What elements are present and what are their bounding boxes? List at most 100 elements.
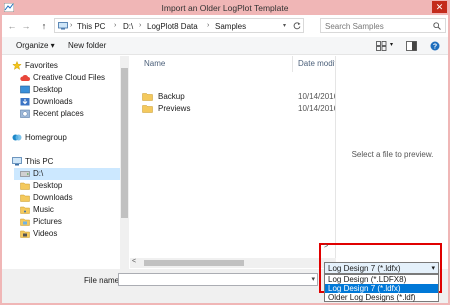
scroll-right-arrow[interactable]: > (324, 243, 328, 250)
preview-pane-icon[interactable] (406, 41, 417, 51)
chevron-down-icon[interactable]: ▾ (311, 275, 315, 283)
breadcrumb-drive[interactable]: D:\ (123, 22, 133, 31)
file-list-horizontal-scrollbar[interactable]: < (130, 258, 336, 268)
sidebar-item-label: Music (33, 205, 54, 214)
sidebar-item-label: Pictures (33, 217, 62, 226)
file-name-input[interactable]: ▾ (118, 273, 318, 286)
computer-icon (58, 22, 68, 30)
breadcrumb-separator: › (114, 22, 117, 29)
desktop-icon (20, 85, 30, 94)
sidebar-item-this-pc[interactable]: This PC (12, 156, 120, 168)
sidebar-item-drive-d[interactable]: D:\ (14, 168, 120, 180)
sidebar-item-music[interactable]: Music (20, 204, 120, 216)
search-box[interactable]: Search Samples (320, 18, 446, 33)
breadcrumb-samples[interactable]: Samples (215, 22, 246, 31)
breadcrumb-separator: › (70, 22, 73, 29)
navigation-scrollbar[interactable] (120, 56, 129, 269)
preview-message: Select a file to preview. (351, 150, 434, 159)
up-button[interactable]: ↑ (38, 20, 50, 32)
videos-icon (20, 230, 30, 238)
column-header-date[interactable]: Date modif (298, 59, 335, 68)
sidebar-item-label: Desktop (33, 85, 63, 94)
sidebar-item-downloads-2[interactable]: Downloads (20, 192, 120, 204)
sidebar-item-desktop-2[interactable]: Desktop (20, 180, 120, 192)
sidebar-item-label: D:\ (33, 169, 44, 178)
breadcrumb-separator: › (139, 22, 142, 29)
folder-icon (142, 105, 153, 113)
sidebar-item-label: Creative Cloud Files (33, 73, 106, 82)
file-type-option[interactable]: Older Log Designs (*.ldf) (325, 293, 438, 302)
sidebar-item-videos[interactable]: Videos (20, 228, 120, 240)
file-date: 10/14/2016 (298, 104, 336, 113)
sidebar-item-pictures[interactable]: Pictures (20, 216, 120, 228)
pictures-icon (20, 218, 30, 226)
file-type-selected: Log Design 7 (*.ldfx) (328, 264, 401, 273)
folder-icon (20, 194, 30, 202)
help-icon[interactable]: ? (430, 41, 440, 51)
downloads-icon (20, 98, 30, 106)
column-divider[interactable] (292, 56, 293, 72)
sidebar-item-label: This PC (25, 157, 54, 166)
preview-pane: Select a file to preview. (337, 56, 448, 258)
window-title: Import an Older LogPlot Template (161, 3, 289, 13)
close-button[interactable]: ✕ (432, 1, 447, 13)
cloud-icon (20, 74, 30, 81)
scrollbar-thumb[interactable] (144, 260, 244, 266)
scrollbar-thumb[interactable] (121, 68, 128, 218)
folder-icon (20, 182, 30, 190)
homegroup-icon (12, 134, 22, 141)
address-bar[interactable]: › This PC › D:\ › LogPlot8 Data › Sample… (54, 18, 304, 33)
sidebar-item-homegroup[interactable]: Homegroup (12, 132, 120, 144)
view-options-icon[interactable] (376, 41, 387, 51)
sidebar-item-label: Favorites (25, 61, 58, 70)
sidebar-item-label: Recent places (33, 109, 84, 118)
file-type-select[interactable]: Log Design 7 (*.ldfx) ▾ (324, 262, 439, 274)
command-bar: Organize ▾ New folder ▾ ? (2, 37, 448, 55)
search-placeholder: Search Samples (325, 22, 384, 31)
sidebar-item-recent-places[interactable]: Recent places (20, 108, 120, 120)
breadcrumb-separator: › (207, 22, 210, 29)
sidebar-item-desktop[interactable]: Desktop (20, 84, 120, 96)
search-icon (433, 22, 441, 30)
breadcrumb-logplot8-data[interactable]: LogPlot8 Data (147, 22, 198, 31)
sidebar-item-label: Downloads (33, 97, 73, 106)
title-bar[interactable]: Import an Older LogPlot Template ✕ (0, 0, 450, 15)
scroll-left-arrow[interactable]: < (132, 258, 136, 265)
file-date: 10/14/2016 (298, 92, 336, 101)
sidebar-item-creative-cloud[interactable]: Creative Cloud Files (20, 72, 120, 84)
forward-button[interactable]: → (20, 20, 32, 32)
refresh-icon[interactable] (293, 22, 301, 30)
sidebar-item-label: Homegroup (25, 133, 67, 142)
file-name-label: File name: (84, 276, 122, 285)
file-name: Backup (158, 92, 185, 101)
sidebar-item-label: Downloads (33, 193, 73, 202)
recent-icon (20, 109, 30, 118)
computer-icon (12, 157, 22, 166)
file-name: Previews (158, 104, 191, 113)
chevron-down-icon[interactable]: ▾ (431, 264, 435, 272)
sidebar-item-label: Videos (33, 229, 58, 238)
file-row-backup[interactable]: Backup 10/14/2016 (130, 91, 336, 103)
organize-button[interactable]: Organize ▾ (16, 41, 55, 50)
dialog-window: Import an Older LogPlot Template ✕ ← → ↑… (0, 0, 450, 305)
file-row-previews[interactable]: Previews 10/14/2016 (130, 103, 336, 115)
sidebar-item-label: Desktop (33, 181, 63, 190)
sidebar-item-downloads[interactable]: Downloads (20, 96, 120, 108)
music-icon (20, 206, 30, 214)
back-button[interactable]: ← (6, 20, 18, 32)
file-list: Name Date modif Backup 10/14/2016 Previe… (130, 56, 336, 269)
file-type-option[interactable]: Log Design (*.LDFX8) (325, 275, 438, 284)
new-folder-button[interactable]: New folder (68, 41, 106, 50)
star-icon (12, 61, 22, 70)
svg-text:?: ? (433, 44, 437, 51)
address-dropdown-icon[interactable]: ▾ (283, 22, 286, 29)
folder-icon (142, 93, 153, 101)
column-header-name[interactable]: Name (144, 59, 165, 68)
sidebar-item-favorites[interactable]: Favorites (12, 60, 120, 72)
drive-icon (20, 171, 30, 177)
breadcrumb-this-pc[interactable]: This PC (77, 22, 105, 31)
file-type-option-selected[interactable]: Log Design 7 (*.ldfx) (325, 284, 438, 293)
view-dropdown-icon[interactable]: ▾ (390, 41, 393, 48)
file-type-dropdown-list: Log Design (*.LDFX8) Log Design 7 (*.ldf… (324, 274, 439, 302)
navigation-bar: ← → ↑ › This PC › D:\ › LogPlot8 Data › … (2, 15, 448, 37)
